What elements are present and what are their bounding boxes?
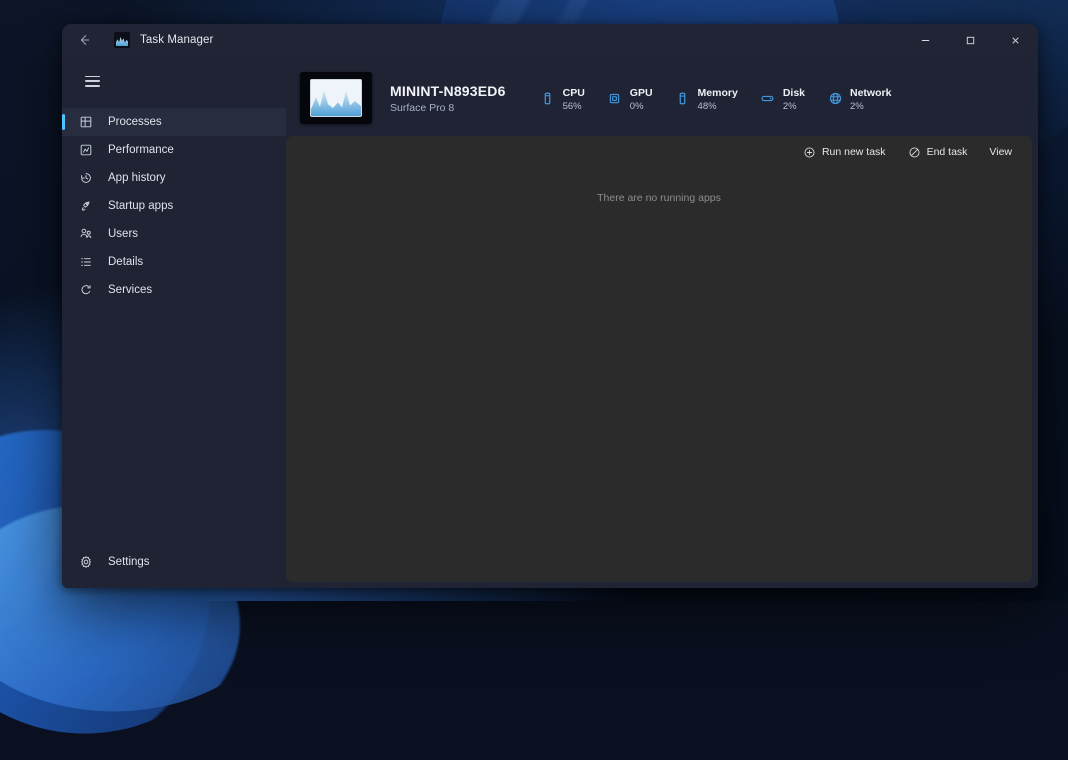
stat-cpu[interactable]: CPU 56% [540, 83, 585, 113]
disk-icon [760, 90, 776, 106]
sidebar-item-label: Performance [108, 144, 174, 156]
back-arrow-icon[interactable] [66, 25, 102, 55]
device-summary-bar: MININT-N893ED6 Surface Pro 8 CPU 56% GPU… [286, 60, 1032, 136]
sidebar-item-processes[interactable]: Processes [62, 108, 286, 136]
sidebar-item-users[interactable]: Users [62, 220, 286, 248]
stat-label: Disk [782, 86, 805, 99]
processes-grid-icon [78, 114, 94, 130]
processes-content-card: Run new task End task View There are no … [286, 136, 1032, 582]
sidebar-item-label: App history [108, 172, 166, 184]
view-button[interactable]: View [981, 140, 1020, 164]
stat-value: 56% [562, 101, 582, 113]
run-new-task-label: Run new task [821, 146, 886, 158]
cpu-icon [540, 90, 556, 106]
sidebar-item-label: Users [108, 228, 139, 240]
main-pane: MININT-N893ED6 Surface Pro 8 CPU 56% GPU… [286, 56, 1038, 588]
stat-label: GPU [629, 86, 653, 99]
gear-icon [78, 554, 94, 570]
minimize-button[interactable] [903, 24, 948, 56]
stat-gpu[interactable]: GPU 0% [607, 83, 653, 113]
sidebar-item-services[interactable]: Services [62, 276, 286, 304]
sidebar-item-performance[interactable]: Performance [62, 136, 286, 164]
empty-state-message: There are no running apps [597, 192, 721, 204]
performance-icon [78, 142, 94, 158]
resource-stats: CPU 56% GPU 0% Memory 48% Disk 2% Networ… [540, 83, 891, 113]
stat-label: Memory [697, 86, 738, 99]
window-body: Processes Performance App history Startu… [62, 56, 1038, 588]
maximize-button[interactable] [948, 24, 993, 56]
run-new-task-button[interactable]: Run new task [795, 140, 894, 164]
rocket-icon [78, 198, 94, 214]
sidebar-item-app-history[interactable]: App history [62, 164, 286, 192]
end-task-button[interactable]: End task [900, 140, 976, 164]
empty-state: There are no running apps [286, 168, 1032, 582]
navigation-sidebar: Processes Performance App history Startu… [62, 56, 286, 588]
end-task-label: End task [926, 146, 968, 158]
hamburger-menu-icon[interactable] [72, 64, 112, 98]
list-details-icon [78, 254, 94, 270]
no-entry-icon [908, 146, 921, 159]
view-label: View [989, 146, 1012, 158]
device-info: MININT-N893ED6 Surface Pro 8 [390, 83, 506, 114]
services-gear-icon [78, 282, 94, 298]
sidebar-item-label: Details [108, 256, 144, 268]
stat-label: CPU [562, 86, 585, 99]
gpu-icon [607, 90, 623, 106]
sidebar-item-startup-apps[interactable]: Startup apps [62, 192, 286, 220]
device-chart-thumbnail [300, 72, 372, 124]
stat-value: 0% [629, 101, 644, 113]
stat-value: 2% [782, 101, 797, 113]
device-name: MININT-N893ED6 [390, 82, 506, 99]
device-model: Surface Pro 8 [390, 101, 455, 114]
stat-value: 48% [697, 101, 717, 113]
window-title: Task Manager [140, 34, 214, 46]
stat-value: 2% [850, 101, 864, 113]
task-manager-icon [114, 32, 130, 48]
sidebar-item-label: Startup apps [108, 200, 174, 212]
network-globe-icon [827, 90, 843, 106]
stat-memory[interactable]: Memory 48% [675, 83, 738, 113]
stat-network[interactable]: Network 2% [827, 83, 891, 113]
stat-label: Network [850, 86, 892, 99]
memory-icon [675, 90, 691, 106]
plus-circle-icon [803, 146, 816, 159]
close-button[interactable] [993, 24, 1038, 56]
users-icon [78, 226, 94, 242]
sidebar-item-label: Settings [108, 556, 150, 568]
sidebar-item-label: Services [108, 284, 153, 296]
sidebar-item-settings[interactable]: Settings [62, 548, 286, 576]
sidebar-item-label: Processes [108, 116, 162, 128]
window-controls [903, 24, 1038, 56]
sidebar-item-details[interactable]: Details [62, 248, 286, 276]
history-clock-icon [78, 170, 94, 186]
stat-disk[interactable]: Disk 2% [760, 83, 805, 113]
content-toolbar: Run new task End task View [286, 136, 1032, 168]
task-manager-window: Task Manager Processes Performance App h… [62, 24, 1038, 588]
title-bar: Task Manager [62, 24, 1038, 56]
